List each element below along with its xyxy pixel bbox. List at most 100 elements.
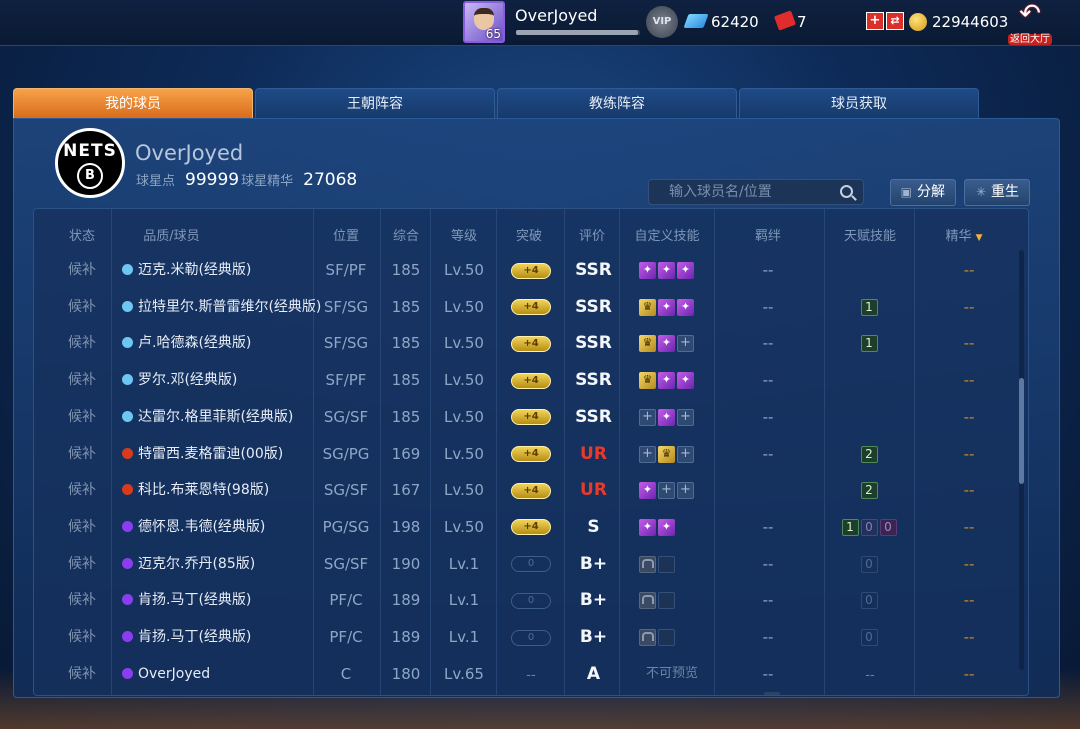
rebirth-icon: ✳ <box>975 185 986 199</box>
skill-icon[interactable]: ✦ <box>658 298 675 316</box>
header-grade[interactable]: 评价 <box>566 219 618 255</box>
add-skill-icon[interactable]: + <box>639 445 656 463</box>
player-name-cell[interactable]: 迈克.米勒(经典版) <box>122 252 322 288</box>
search-input[interactable]: 输入球员名/位置 <box>648 179 864 205</box>
table-row[interactable]: 候补 拉特里尔.斯普雷维尔(经典版) SF/SG 185 Lv.50 +4 SSR ♛ ✦ ✦ --… <box>34 289 1028 325</box>
add-skill-icon[interactable]: + <box>677 408 694 426</box>
decompose-button[interactable]: ▣ 分解 <box>890 179 956 206</box>
table-row[interactable]: 候补 卢.哈德森(经典版) SF/SG 185 Lv.50 +4 SSR ♛ ✦ + -- 1 -- <box>34 325 1028 361</box>
header-position[interactable]: 位置 <box>320 219 372 255</box>
player-name-cell[interactable]: 特雷西.麦格雷迪(00版) <box>122 436 322 472</box>
header-level[interactable]: 等级 <box>439 219 489 255</box>
header-overall[interactable]: 综合 <box>382 219 430 255</box>
skill-icon[interactable]: ✦ <box>658 408 675 426</box>
talent-badge[interactable]: 0 <box>860 629 878 646</box>
back-to-lobby-button[interactable]: ↶ 返回大厅 <box>1006 1 1054 45</box>
bond-value: -- <box>762 371 774 390</box>
talent-badge[interactable]: 0 <box>860 518 878 536</box>
vip-badge-icon[interactable]: VIP <box>646 6 678 38</box>
table-row[interactable]: 候补 肯扬.马丁(经典版) PF/C 189 Lv.1 0 B+ -- 0 -- <box>34 582 1028 618</box>
header-player[interactable]: 品质/球员 <box>124 219 219 255</box>
skill-icon[interactable]: ✦ <box>639 518 656 536</box>
talent-badge[interactable]: 1 <box>860 298 878 316</box>
talent-badge[interactable]: 1 <box>860 335 878 353</box>
tab-dynasty-lineup[interactable]: 王朝阵容 <box>255 88 495 118</box>
table-row[interactable]: 候补 特雷西.麦格雷迪(00版) SG/PG 169 Lv.50 +4 UR + ♛ + -- 2 -- <box>34 436 1028 472</box>
tab-coach-lineup[interactable]: 教练阵容 <box>497 88 737 118</box>
skill-icon[interactable]: ♛ <box>639 372 656 390</box>
skill-icon[interactable]: ✦ <box>677 298 694 316</box>
skill-icon[interactable]: ✦ <box>639 482 656 500</box>
skill-icon[interactable]: ✦ <box>658 335 675 353</box>
skill-slot[interactable] <box>658 592 675 610</box>
player-name-cell[interactable]: OverJoyed <box>122 656 322 692</box>
skill-icon[interactable]: ✦ <box>658 372 675 390</box>
player-name-cell[interactable]: 拉特里尔.斯普雷维尔(经典版) <box>122 289 322 325</box>
tab-player-acquire[interactable]: 球员获取 <box>739 88 979 118</box>
header-custom-skills[interactable]: 自定义技能 <box>624 219 710 255</box>
player-overall: 185 <box>391 297 421 316</box>
table-row[interactable]: 候补 罗尔.邓(经典版) SF/PF 185 Lv.50 +4 SSR ♛ ✦ ✦ -- -- <box>34 362 1028 398</box>
essence-label: 球星精华 <box>241 174 294 189</box>
table-row[interactable]: 候补 达雷尔.格里菲斯(经典版) SG/SF 185 Lv.50 +4 SSR + ✦ + -- -- <box>34 399 1028 435</box>
skill-icon[interactable]: ✦ <box>639 262 656 279</box>
tab-my-players[interactable]: 我的球员 <box>13 88 253 118</box>
skill-icon[interactable]: ✦ <box>677 262 694 279</box>
player-name-cell[interactable]: 迈克尔.乔丹(85版) <box>122 546 322 582</box>
player-position: SG/SF <box>323 481 369 500</box>
add-skill-icon[interactable]: + <box>639 408 656 426</box>
search-icon[interactable] <box>840 185 853 198</box>
quality-dot-icon <box>122 520 133 532</box>
skill-icon[interactable]: ✦ <box>658 262 675 279</box>
add-icon[interactable]: + <box>866 12 884 30</box>
add-skill-icon[interactable]: + <box>658 482 675 500</box>
talent-badge[interactable]: 1 <box>841 518 859 536</box>
add-skill-icon[interactable]: + <box>677 482 694 500</box>
player-table: 状态 品质/球员 位置 综合 等级 突破 评价 自定义技能 羁绊 天赋技能 精华… <box>33 208 1029 696</box>
breakthrough-badge: +4 <box>511 409 551 426</box>
player-name-cell[interactable]: 卢.哈德森(经典版) <box>122 325 322 361</box>
player-name-cell[interactable]: 达雷尔.格里菲斯(经典版) <box>122 399 322 435</box>
skill-icon[interactable]: ♛ <box>639 298 656 316</box>
header-essence[interactable]: 精华 ▼ <box>939 219 989 255</box>
skill-slot[interactable] <box>658 629 675 646</box>
talent-badge[interactable]: 0 <box>860 592 878 610</box>
player-name-cell[interactable]: 德怀恩.韦德(经典版) <box>122 509 322 545</box>
player-status: 候补 <box>68 372 96 389</box>
header-talent[interactable]: 天赋技能 <box>830 219 910 255</box>
table-row[interactable]: 候补 迈克.米勒(经典版) SF/PF 185 Lv.50 +4 SSR ✦ ✦ ✦ -- -- <box>34 252 1028 288</box>
player-overall: 185 <box>391 407 421 426</box>
lock-icon[interactable] <box>639 555 656 573</box>
table-row[interactable]: 候补 OverJoyed C 180 Lv.65 -- A 不可预览 -- -- -- <box>34 656 1028 692</box>
skill-icon[interactable]: ✦ <box>658 518 675 536</box>
skill-icon[interactable]: ✦ <box>677 372 694 390</box>
skill-icon[interactable]: ♛ <box>658 445 675 463</box>
table-row[interactable]: 候补 科比.布莱恩特(98版) SG/SF 167 Lv.50 +4 UR ✦ + +2 -- <box>34 472 1028 508</box>
talent-badge[interactable]: 2 <box>860 482 878 500</box>
skill-icon[interactable]: ♛ <box>639 335 656 353</box>
table-scrollbar[interactable] <box>1019 250 1024 670</box>
table-row[interactable]: 候补 迈克尔.乔丹(85版) SG/SF 190 Lv.1 0 B+ -- 0 -- <box>34 546 1028 582</box>
scrollbar-thumb[interactable] <box>1019 378 1024 484</box>
add-skill-icon[interactable]: + <box>677 445 694 463</box>
quality-dot-icon <box>122 667 133 679</box>
header-status[interactable]: 状态 <box>54 219 110 255</box>
talent-badge[interactable]: 2 <box>860 445 878 463</box>
lock-icon[interactable] <box>639 592 656 610</box>
rebirth-button[interactable]: ✳ 重生 <box>964 179 1030 206</box>
player-name-cell[interactable]: 肯扬.马丁(经典版) <box>122 619 322 655</box>
talent-badge[interactable]: 0 <box>879 518 897 536</box>
player-name-cell[interactable]: 科比.布莱恩特(98版) <box>122 472 322 508</box>
exchange-icon[interactable]: ⇄ <box>886 12 904 30</box>
add-skill-icon[interactable]: + <box>677 335 694 353</box>
skill-slot[interactable] <box>658 555 675 573</box>
player-name-cell[interactable]: 肯扬.马丁(经典版) <box>122 582 322 618</box>
header-breakthrough[interactable]: 突破 <box>504 219 554 255</box>
table-row[interactable]: 候补 肯扬.马丁(经典版) PF/C 189 Lv.1 0 B+ -- 0 -- <box>34 619 1028 655</box>
talent-badge[interactable]: 0 <box>860 555 878 573</box>
player-name-cell[interactable]: 罗尔.邓(经典版) <box>122 362 322 398</box>
header-bond[interactable]: 羁绊 <box>740 219 796 255</box>
lock-icon[interactable] <box>639 629 656 646</box>
table-row[interactable]: 候补 德怀恩.韦德(经典版) PG/SG 198 Lv.50 +4 S ✦ ✦ -- 1 0 0 -- <box>34 509 1028 545</box>
avatar[interactable]: 65 <box>463 1 505 43</box>
